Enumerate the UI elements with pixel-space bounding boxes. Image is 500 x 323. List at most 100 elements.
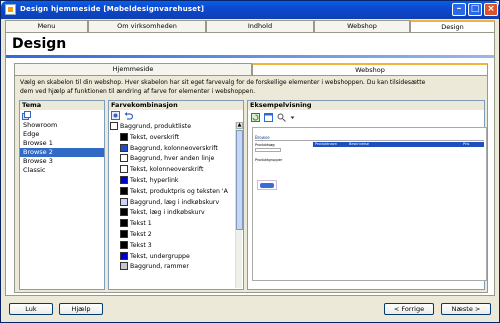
theme-toolbar <box>20 110 104 121</box>
color-item-label: Tekst, overskrift <box>130 133 180 141</box>
color-item-label: Tekst 2 <box>130 230 152 238</box>
color-item[interactable]: Tekst, undergruppe <box>110 251 242 263</box>
color-item[interactable]: Tekst, overskrift <box>110 132 242 144</box>
scroll-thumb[interactable] <box>236 130 243 230</box>
preview-col-label: Beskrivelse <box>349 142 369 146</box>
title-bar: Design hjemmeside [Møbeldesignvarehuset]… <box>1 1 499 19</box>
copy-theme-icon[interactable] <box>22 111 31 120</box>
color-item-label: Tekst 3 <box>130 241 152 249</box>
edit-colors-icon[interactable] <box>111 111 120 120</box>
preview-col-label: Pris <box>463 142 470 146</box>
window-title: Design hjemmeside [Møbeldesignvarehuset] <box>20 5 205 13</box>
color-item[interactable]: Tekst, kolonneoverskrift <box>110 165 242 176</box>
color-swatch[interactable] <box>120 240 128 249</box>
theme-header: Tema <box>20 101 104 110</box>
color-item[interactable]: Tekst 3 <box>110 240 242 252</box>
preview-header: Eksempelvisning <box>248 101 484 110</box>
color-swatch[interactable] <box>120 175 128 184</box>
color-item[interactable]: Baggrund, rammer <box>110 262 242 273</box>
main-tabs: Menu Om virksomheden Indhold Webshop Des… <box>5 20 495 32</box>
chevron-down-icon[interactable] <box>290 113 295 122</box>
color-swatch[interactable] <box>120 197 128 206</box>
color-item-label: Baggrund, hver anden linje <box>130 155 215 163</box>
color-item-label: Tekst, hyperlink <box>130 176 179 184</box>
color-item[interactable]: Baggrund, hver anden linje <box>110 154 242 165</box>
colors-pane: Farvekombinasjon Baggrund, produktliste T… <box>108 100 244 290</box>
color-item[interactable]: Tekst, læg i indkøbskurv <box>110 208 242 219</box>
color-swatch[interactable] <box>120 154 128 163</box>
color-item-label: Tekst, læg i indkøbskurv <box>130 209 205 217</box>
color-item[interactable]: Baggrund, produktliste <box>110 122 242 133</box>
tab-webshop[interactable]: Webshop <box>314 20 410 32</box>
preview-divider <box>255 140 484 141</box>
theme-item[interactable]: Showroom <box>20 121 104 130</box>
subtab-webshop[interactable]: Webshop <box>252 63 488 75</box>
preview-search-label: Produktsøg <box>255 143 275 147</box>
color-item-label: Tekst, kolonneoverskrift <box>130 166 204 174</box>
preview-column-header: Produktnavn Beskrivelse Pris <box>313 142 484 147</box>
maximize-button[interactable]: □ <box>468 3 482 16</box>
preview-logo <box>257 180 277 190</box>
color-item[interactable]: Baggrund, læg i indkøbskurv <box>110 197 242 209</box>
preview-toolbar <box>248 112 484 123</box>
theme-list: Showroom Edge Browse 1 Browse 2 Browse 3… <box>20 121 104 175</box>
undo-icon[interactable] <box>124 111 134 120</box>
color-item[interactable]: Tekst 2 <box>110 229 242 241</box>
color-item[interactable]: Tekst, hyperlink <box>110 175 242 187</box>
previous-button[interactable]: < Forrige <box>384 303 434 315</box>
app-window: Design hjemmeside [Møbeldesignvarehuset]… <box>0 0 500 323</box>
preview-canvas: Browse Produktsøg Produktnavn Beskrivels… <box>252 127 487 281</box>
colors-list-box: Baggrund, produktliste Tekst, overskrift B… <box>110 122 243 288</box>
color-swatch[interactable] <box>120 208 128 217</box>
color-swatch[interactable] <box>120 132 128 141</box>
color-swatch[interactable] <box>120 143 128 152</box>
webshop-panel: Vælg en skabelon til din webshop. Hver s… <box>14 75 488 293</box>
tab-menu[interactable]: Menu <box>5 20 88 32</box>
colors-scrollbar[interactable]: ▲ <box>235 122 243 288</box>
color-swatch[interactable] <box>110 122 118 130</box>
scroll-up-arrow[interactable]: ▲ <box>236 122 243 129</box>
color-item-label: Baggrund, rammer <box>130 263 189 271</box>
color-item-label: Tekst, produktpris og teksten 'A <box>130 187 228 195</box>
color-swatch[interactable] <box>120 262 128 271</box>
app-icon <box>5 4 16 15</box>
colors-toolbar <box>109 110 243 121</box>
subtab-hjemmeside[interactable]: Hjemmeside <box>14 63 252 75</box>
color-swatch[interactable] <box>120 219 128 228</box>
colors-header: Farvekombinasjon <box>109 101 243 110</box>
window-icon[interactable] <box>263 113 273 122</box>
color-item-label: Tekst 1 <box>130 220 152 228</box>
theme-item[interactable]: Classic <box>20 166 104 175</box>
color-swatch[interactable] <box>120 229 128 238</box>
theme-item[interactable]: Browse 1 <box>20 139 104 148</box>
theme-item[interactable]: Browse 3 <box>20 157 104 166</box>
color-swatch[interactable] <box>120 186 128 195</box>
zoom-icon[interactable] <box>277 113 286 122</box>
color-item[interactable]: Tekst 1 <box>110 219 242 230</box>
tab-om-virksomheden[interactable]: Om virksomheden <box>88 20 206 32</box>
tab-indhold[interactable]: Indhold <box>206 20 314 32</box>
close-window-button[interactable]: × <box>484 3 498 16</box>
page-title: Design <box>12 36 67 52</box>
theme-item-selected[interactable]: Browse 2 <box>20 148 104 157</box>
help-button[interactable]: Hjælp <box>59 303 103 315</box>
color-item-label: Baggrund, produktliste <box>120 123 192 130</box>
next-button[interactable]: Næste > <box>441 303 491 315</box>
theme-pane: Tema Showroom Edge Browse 1 Browse 2 Bro… <box>19 100 105 290</box>
preview-pane: Eksempelvisning Browse Produktsøg Produk… <box>247 100 487 290</box>
color-swatch[interactable] <box>120 165 128 174</box>
close-button[interactable]: Luk <box>9 303 53 315</box>
refresh-icon[interactable] <box>251 113 260 122</box>
color-swatch[interactable] <box>120 251 128 260</box>
theme-item[interactable]: Edge <box>20 130 104 139</box>
color-item-label: Tekst, undergruppe <box>130 252 190 260</box>
content-area: Design Hjemmeside Webshop Vælg en skabel… <box>5 32 495 296</box>
description-text: Vælg en skabelon til din webshop. Hver s… <box>20 79 426 95</box>
title-divider <box>6 55 494 58</box>
color-item-label: Baggrund, kolonneoverskrift <box>130 144 218 152</box>
color-item-label: Baggrund, læg i indkøbskurv <box>130 198 220 206</box>
color-item[interactable]: Tekst, produktpris og teksten 'A <box>110 186 242 198</box>
tab-design[interactable]: Design <box>410 20 495 32</box>
color-item[interactable]: Baggrund, kolonneoverskrift <box>110 143 242 155</box>
minimize-button[interactable]: – <box>452 3 466 16</box>
